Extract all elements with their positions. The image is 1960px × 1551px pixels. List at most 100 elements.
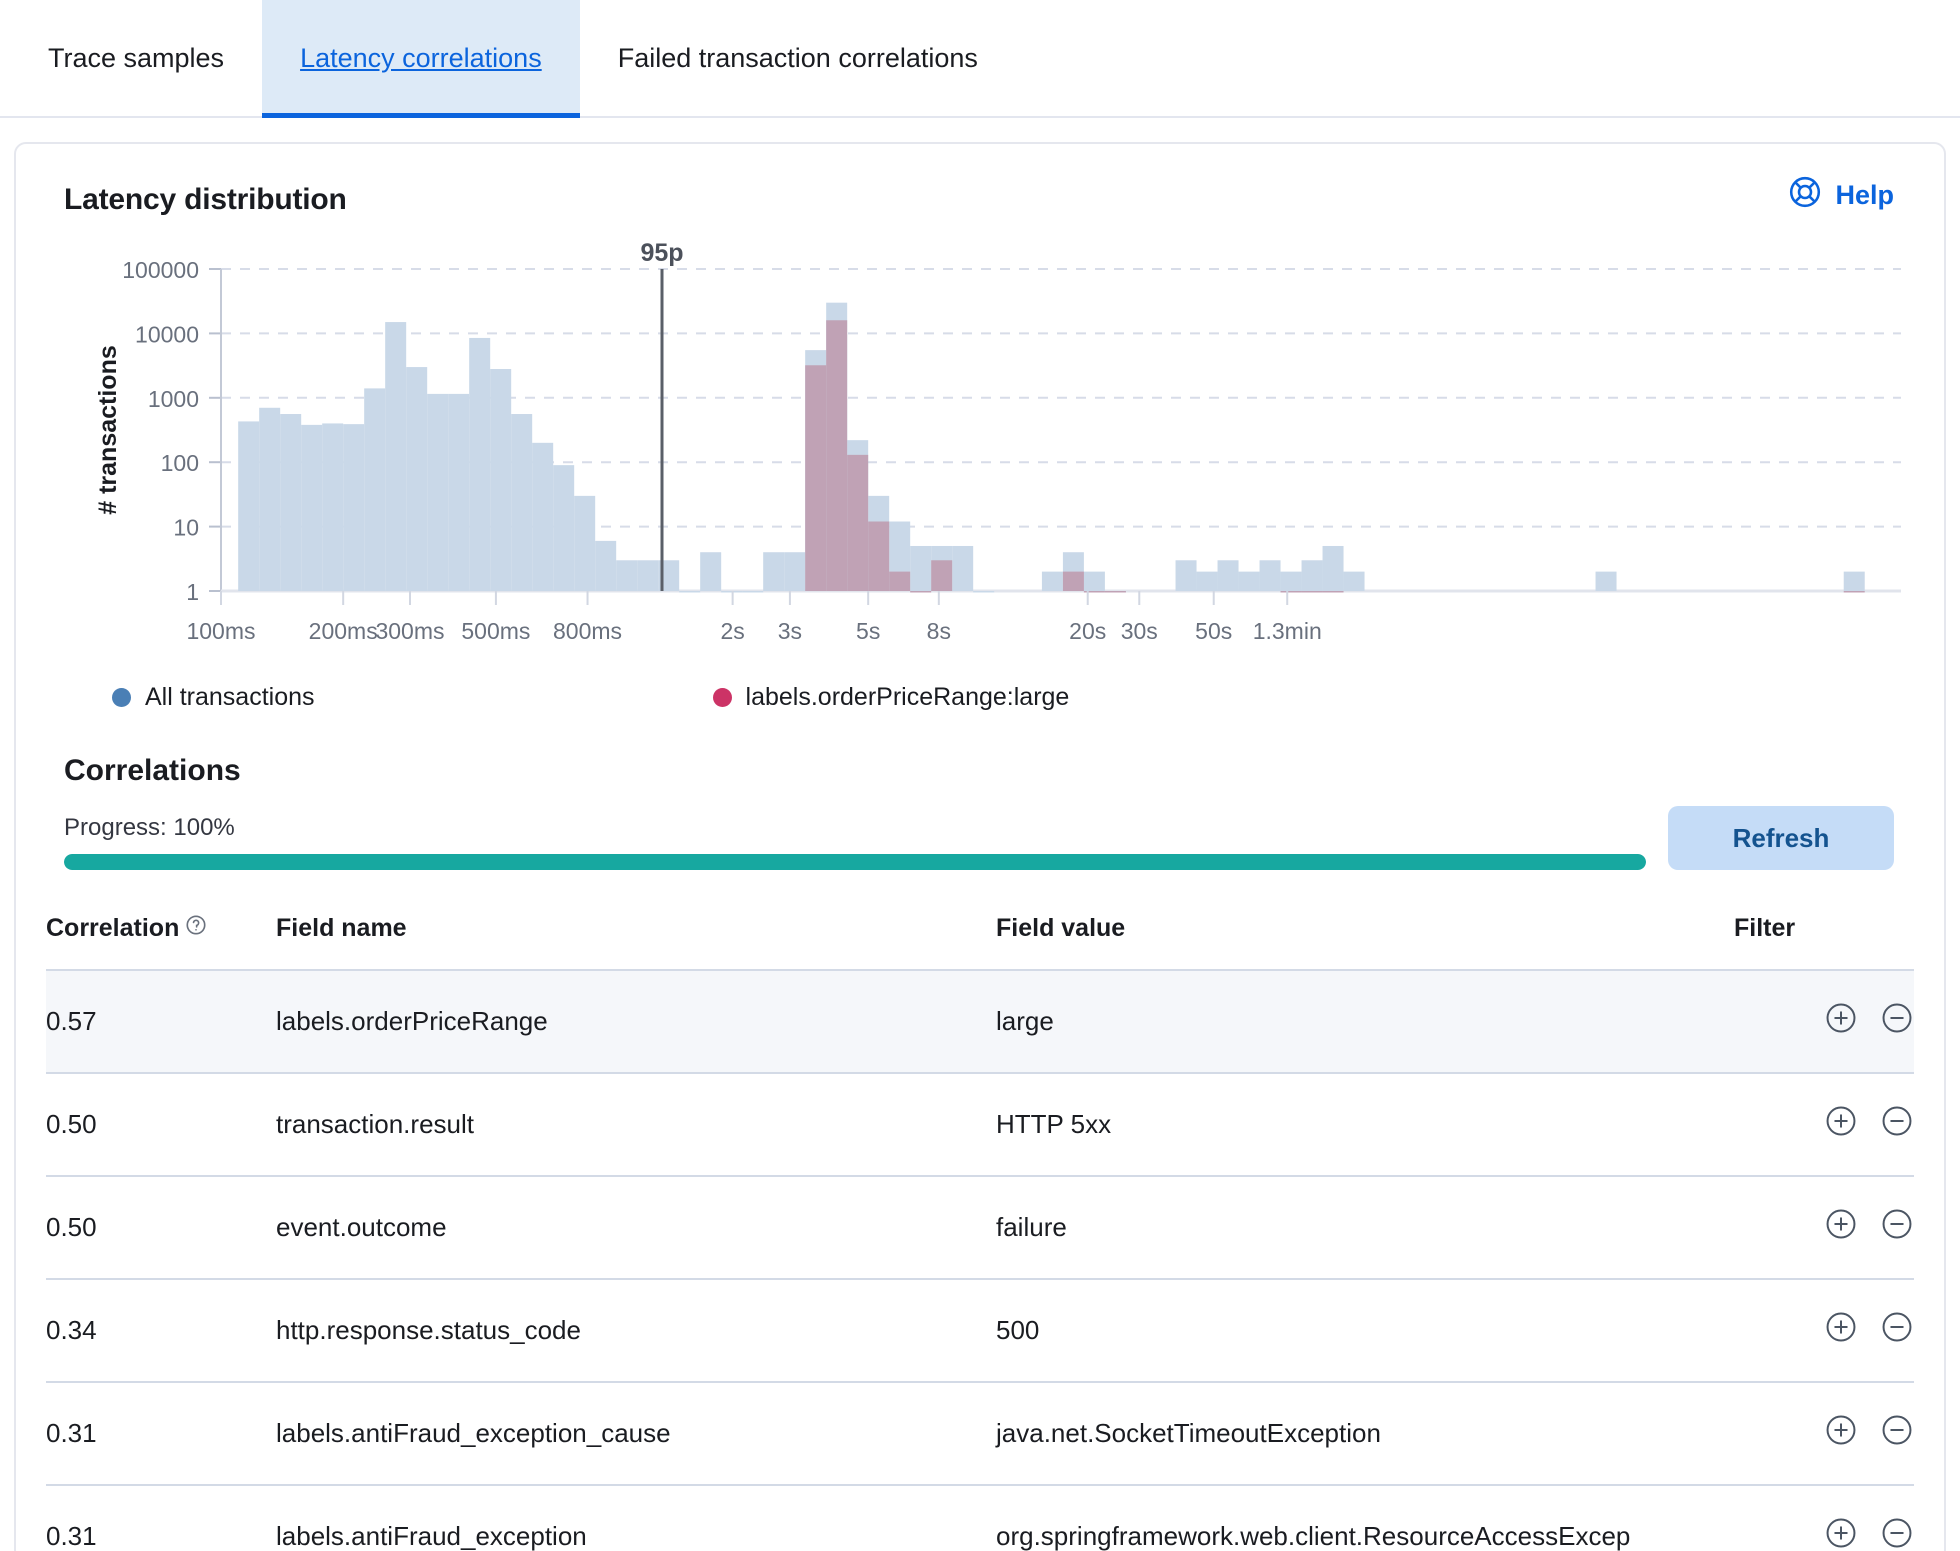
table-row[interactable]: 0.31 labels.antiFraud_exception_cause java… [46, 1382, 1914, 1486]
column-header-filter: Filter [1734, 914, 1914, 971]
legend-label: labels.orderPriceRange:large [745, 683, 1070, 711]
histogram-bar [1301, 560, 1323, 591]
histogram-bar [1280, 571, 1302, 591]
cell-field-value: failure [996, 1176, 1734, 1280]
histogram-bar [805, 365, 827, 591]
histogram-bar [679, 591, 701, 593]
cell-filter [1734, 970, 1914, 1074]
latency-distribution-chart[interactable]: 1 10 100 1000 10000 100000 # transactions 100ms… [46, 239, 1914, 669]
table-header-row: Correlation Field name Field value Filte… [46, 914, 1914, 971]
cell-field-value: HTTP 5xx [996, 1073, 1734, 1177]
histogram-bar [1843, 591, 1865, 593]
cell-filter [1734, 1073, 1914, 1177]
tab-trace-samples[interactable]: Trace samples [10, 0, 262, 116]
legend-item-order-price-range[interactable]: labels.orderPriceRange:large [712, 683, 1070, 712]
histogram-bar [595, 540, 617, 591]
table-row[interactable]: 0.31 labels.antiFraud_exception org.spring… [46, 1485, 1914, 1551]
progress-label: Progress: 100% [64, 814, 235, 841]
filter-exclude-icon[interactable] [1880, 1516, 1914, 1550]
filter-include-icon[interactable] [1824, 1516, 1858, 1550]
histogram-bar [763, 552, 785, 591]
histogram-bar [1280, 591, 1302, 593]
svg-text:95p: 95p [640, 239, 683, 267]
cell-correlation: 0.57 [46, 970, 276, 1074]
legend-color-dot [112, 688, 131, 707]
column-header-field-name[interactable]: Field name [276, 914, 996, 971]
histogram-bar [1843, 571, 1865, 591]
cell-correlation: 0.31 [46, 1382, 276, 1486]
histogram-bar [406, 367, 428, 591]
life-ring-icon [1787, 174, 1823, 217]
cell-filter [1734, 1485, 1914, 1551]
table-row[interactable]: 0.50 event.outcome failure [46, 1176, 1914, 1280]
filter-exclude-icon[interactable] [1880, 1104, 1914, 1138]
svg-text:1.3min: 1.3min [1253, 618, 1322, 644]
histogram-bar [511, 414, 533, 591]
histogram-bar [847, 454, 869, 591]
help-label: Help [1835, 180, 1894, 210]
histogram-bar [931, 560, 953, 591]
info-icon[interactable] [185, 914, 207, 943]
filter-exclude-icon[interactable] [1880, 1207, 1914, 1241]
histogram-bar [427, 393, 449, 591]
svg-text:20s: 20s [1069, 618, 1106, 644]
filter-include-icon[interactable] [1824, 1001, 1858, 1035]
svg-text:1: 1 [186, 579, 199, 605]
histogram-bar [280, 414, 302, 591]
filter-include-icon[interactable] [1824, 1104, 1858, 1138]
histogram-bar [826, 320, 848, 591]
svg-text:30s: 30s [1121, 618, 1158, 644]
histogram-bar [742, 591, 764, 593]
filter-exclude-icon[interactable] [1880, 1413, 1914, 1447]
histogram-bar [385, 322, 407, 591]
cell-field-name: labels.antiFraud_exception [276, 1485, 996, 1551]
histogram-bar [238, 421, 260, 591]
histogram-bar [889, 571, 911, 591]
histogram-bar [973, 591, 995, 593]
legend-item-all-transactions[interactable]: All transactions [112, 683, 315, 712]
histogram-bar [1104, 591, 1126, 593]
table-row[interactable]: 0.50 transaction.result HTTP 5xx [46, 1073, 1914, 1177]
table-header: Correlation Field name Field value Filte… [46, 914, 1914, 971]
cell-filter [1734, 1279, 1914, 1383]
tab-latency-correlations[interactable]: Latency correlations [262, 0, 580, 118]
histogram-bar [952, 545, 974, 591]
tab-label: Failed transaction correlations [617, 42, 978, 73]
tab-failed-transaction-correlations[interactable]: Failed transaction correlations [580, 0, 1016, 116]
table-row[interactable]: 0.57 labels.orderPriceRange large [46, 970, 1914, 1074]
histogram-bar [1041, 571, 1063, 591]
column-header-field-value[interactable]: Field value [996, 914, 1734, 971]
filter-include-icon[interactable] [1824, 1207, 1858, 1241]
histogram-bar [469, 337, 491, 591]
help-button[interactable]: Help [1787, 174, 1894, 217]
cell-field-name: labels.orderPriceRange [276, 970, 996, 1074]
column-header-correlation[interactable]: Correlation [46, 914, 276, 971]
svg-text:100: 100 [161, 450, 199, 476]
histogram-bar [1217, 560, 1239, 591]
table-row[interactable]: 0.34 http.response.status_code 500 [46, 1279, 1914, 1383]
tab-label: Trace samples [48, 42, 225, 73]
histogram-bar [259, 407, 281, 591]
correlations-title: Correlations [64, 754, 241, 787]
filter-include-icon[interactable] [1824, 1413, 1858, 1447]
filter-include-icon[interactable] [1824, 1310, 1858, 1344]
svg-text:200ms: 200ms [309, 618, 378, 644]
histogram-bar [1322, 591, 1344, 593]
histogram-bar [1301, 591, 1323, 593]
filter-exclude-icon[interactable] [1880, 1001, 1914, 1035]
refresh-button[interactable]: Refresh [1668, 806, 1894, 870]
histogram-bar [1322, 545, 1344, 591]
legend-color-dot [712, 688, 732, 707]
histogram-bar [637, 560, 659, 591]
histogram-bar [553, 465, 575, 591]
histogram-bar [532, 442, 554, 591]
tab-bar: Trace samples Latency correlations Faile… [0, 0, 1960, 118]
svg-text:100ms: 100ms [186, 618, 255, 644]
chart-legend: All transactions labels.orderPriceRange:… [112, 683, 1914, 712]
svg-text:300ms: 300ms [375, 618, 444, 644]
cell-correlation: 0.34 [46, 1279, 276, 1383]
histogram-bar [616, 560, 638, 591]
page-title: Latency distribution [64, 182, 347, 216]
filter-exclude-icon[interactable] [1880, 1310, 1914, 1344]
svg-text:100000: 100000 [122, 257, 199, 283]
